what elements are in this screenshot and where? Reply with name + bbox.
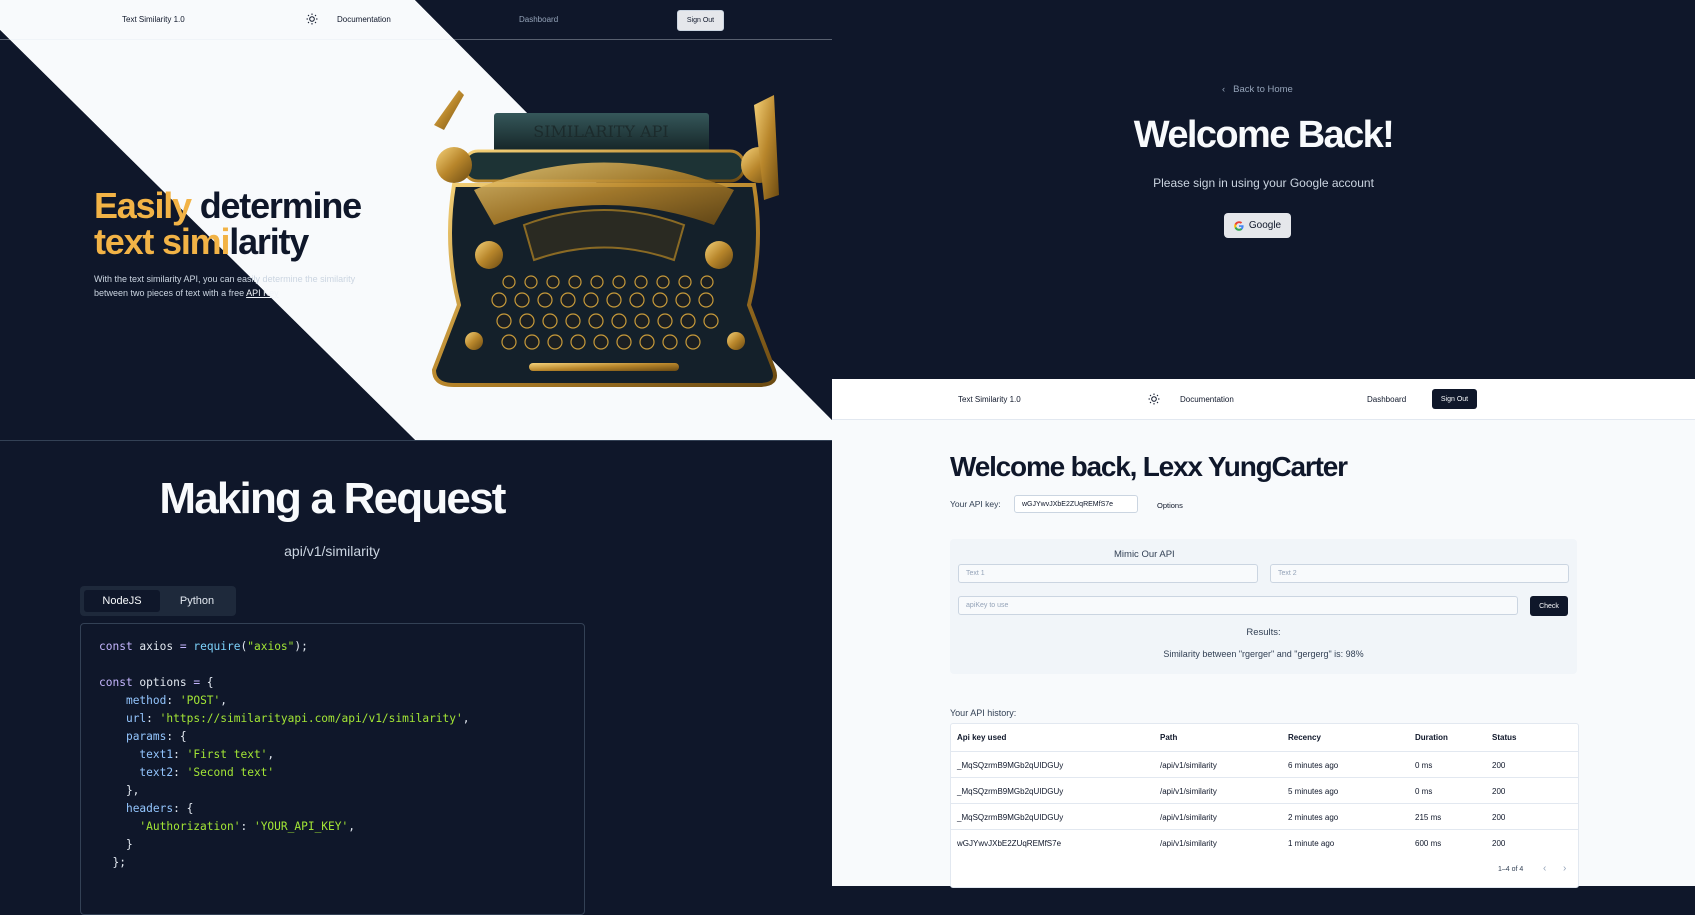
section-divider xyxy=(0,440,832,441)
column-header[interactable]: Path xyxy=(1160,724,1177,751)
path-cell: /api/v1/similarity xyxy=(1160,786,1217,796)
column-header[interactable]: Recency xyxy=(1288,724,1321,751)
table-row: _MqSQzrmB9MGb2qUIDGUy /api/v1/similarity… xyxy=(951,751,1578,778)
api-key-cell: _MqSQzrmB9MGb2qUIDGUy xyxy=(957,760,1064,770)
column-header[interactable]: Api key used xyxy=(957,724,1006,751)
sun-icon[interactable] xyxy=(1148,392,1160,405)
api-key-cell: wGJYwvJXbE2ZUqREMfS7e xyxy=(957,838,1062,848)
hero-description: With the text similarity API, you can ea… xyxy=(94,274,356,298)
text2-input[interactable]: Text 2 xyxy=(1270,564,1569,583)
nav-divider xyxy=(0,39,832,40)
check-button[interactable]: Check xyxy=(1530,596,1568,616)
path-cell: /api/v1/similarity xyxy=(1160,838,1217,848)
recency-cell: 1 minute ago xyxy=(1288,838,1335,848)
documentation-link[interactable]: Documentation xyxy=(337,15,391,24)
back-to-home-link[interactable]: ‹ Back to Home xyxy=(1222,84,1293,95)
sign-out-button[interactable]: Sign Out xyxy=(677,10,724,31)
column-header[interactable]: Status xyxy=(1492,724,1516,751)
typewriter-image: SIMILARITY API xyxy=(431,90,779,387)
chevron-left-icon: ‹ xyxy=(1222,84,1226,95)
options-button[interactable]: Options xyxy=(1157,501,1183,510)
sun-icon[interactable] xyxy=(306,12,318,25)
recency-cell: 6 minutes ago xyxy=(1288,760,1339,770)
duration-cell: 215 ms xyxy=(1415,812,1442,822)
api-key-label: Your API key: xyxy=(950,499,1001,509)
status-cell: 200 xyxy=(1492,786,1506,796)
api-history-table: Api key used Path Recency Duration Statu… xyxy=(950,723,1579,888)
brand-link[interactable]: Text Similarity 1.0 xyxy=(122,15,185,24)
google-sign-in-button[interactable]: Google xyxy=(1224,213,1291,238)
hero-title: Easily determine text similarity xyxy=(94,185,362,262)
google-icon xyxy=(1234,220,1244,231)
status-cell: 200 xyxy=(1492,838,1506,848)
landing-panel: Text Similarity 1.0 Documentation Dashbo… xyxy=(0,0,832,440)
history-label: Your API history: xyxy=(950,708,1017,718)
status-cell: 200 xyxy=(1492,812,1506,822)
login-title: Welcome Back! xyxy=(1133,114,1395,156)
api-key-cell: _MqSQzrmB9MGb2qUIDGUy xyxy=(957,786,1064,796)
chevron-left-icon[interactable]: ‹ xyxy=(1543,863,1546,874)
dashboard-link[interactable]: Dashboard xyxy=(519,15,558,24)
apikey-input[interactable]: apiKey to use xyxy=(958,596,1518,615)
mimic-title: Mimic Our API xyxy=(1114,549,1175,560)
sign-out-button[interactable]: Sign Out xyxy=(1432,389,1477,409)
table-row: wGJYwvJXbE2ZUqREMfS7e /api/v1/similarity… xyxy=(951,829,1578,856)
path-cell: /api/v1/similarity xyxy=(1160,760,1217,770)
back-label: Back to Home xyxy=(1233,84,1293,95)
dashboard-navbar: Text Similarity 1.0 Documentation Dashbo… xyxy=(832,379,1695,420)
api-key-link[interactable]: API Key xyxy=(246,288,279,298)
table-row: _MqSQzrmB9MGb2qUIDGUy /api/v1/similarity… xyxy=(951,803,1578,830)
docs-endpoint: api/v1/similarity xyxy=(284,543,380,559)
dashboard-panel: Text Similarity 1.0 Documentation Dashbo… xyxy=(832,379,1695,888)
duration-cell: 0 ms xyxy=(1415,786,1433,796)
status-cell: 200 xyxy=(1492,760,1506,770)
documentation-link[interactable]: Documentation xyxy=(1180,395,1234,404)
code-block: const axios = require("axios"); const op… xyxy=(80,623,585,915)
results-label: Results: xyxy=(1246,627,1281,638)
image-text: SIMILARITY API xyxy=(533,122,669,141)
tab-python[interactable]: Python xyxy=(162,590,232,612)
duration-cell: 0 ms xyxy=(1415,760,1433,770)
recency-cell: 2 minutes ago xyxy=(1288,812,1339,822)
docs-title: Making a Request xyxy=(159,474,506,523)
column-header[interactable]: Duration xyxy=(1415,724,1448,751)
api-key-cell: _MqSQzrmB9MGb2qUIDGUy xyxy=(957,812,1064,822)
text1-input[interactable]: Text 1 xyxy=(958,564,1258,583)
google-button-label: Google xyxy=(1248,220,1282,231)
brand-link[interactable]: Text Similarity 1.0 xyxy=(958,395,1021,404)
language-tabs: NodeJS Python xyxy=(80,586,236,616)
results-text: Similarity between "rgerger" and "gerger… xyxy=(1163,649,1364,659)
login-subtitle: Please sign in using your Google account xyxy=(1153,176,1374,190)
tab-nodejs[interactable]: NodeJS xyxy=(84,590,160,612)
path-cell: /api/v1/similarity xyxy=(1160,812,1217,822)
login-panel: ‹ Back to Home Welcome Back! Please sign… xyxy=(832,0,1695,379)
pagination-label: 1–4 of 4 xyxy=(1498,866,1524,873)
mimic-api-card: Mimic Our API Text 1 Text 2 apiKey to us… xyxy=(950,539,1577,674)
table-row: _MqSQzrmB9MGb2qUIDGUy /api/v1/similarity… xyxy=(951,777,1578,804)
code-snippet: const axios = require("axios"); const op… xyxy=(99,640,470,869)
chevron-right-icon[interactable]: › xyxy=(1563,863,1566,874)
dashboard-title: Welcome back, Lexx YungCarter xyxy=(950,451,1348,482)
duration-cell: 600 ms xyxy=(1415,838,1442,848)
api-key-field[interactable]: wGJYwvJXbE2ZUqREMfS7e xyxy=(1014,495,1138,513)
dashboard-link[interactable]: Dashboard xyxy=(1367,395,1406,404)
recency-cell: 5 minutes ago xyxy=(1288,786,1339,796)
docs-panel: Making a Request api/v1/similarity NodeJ… xyxy=(0,440,832,915)
